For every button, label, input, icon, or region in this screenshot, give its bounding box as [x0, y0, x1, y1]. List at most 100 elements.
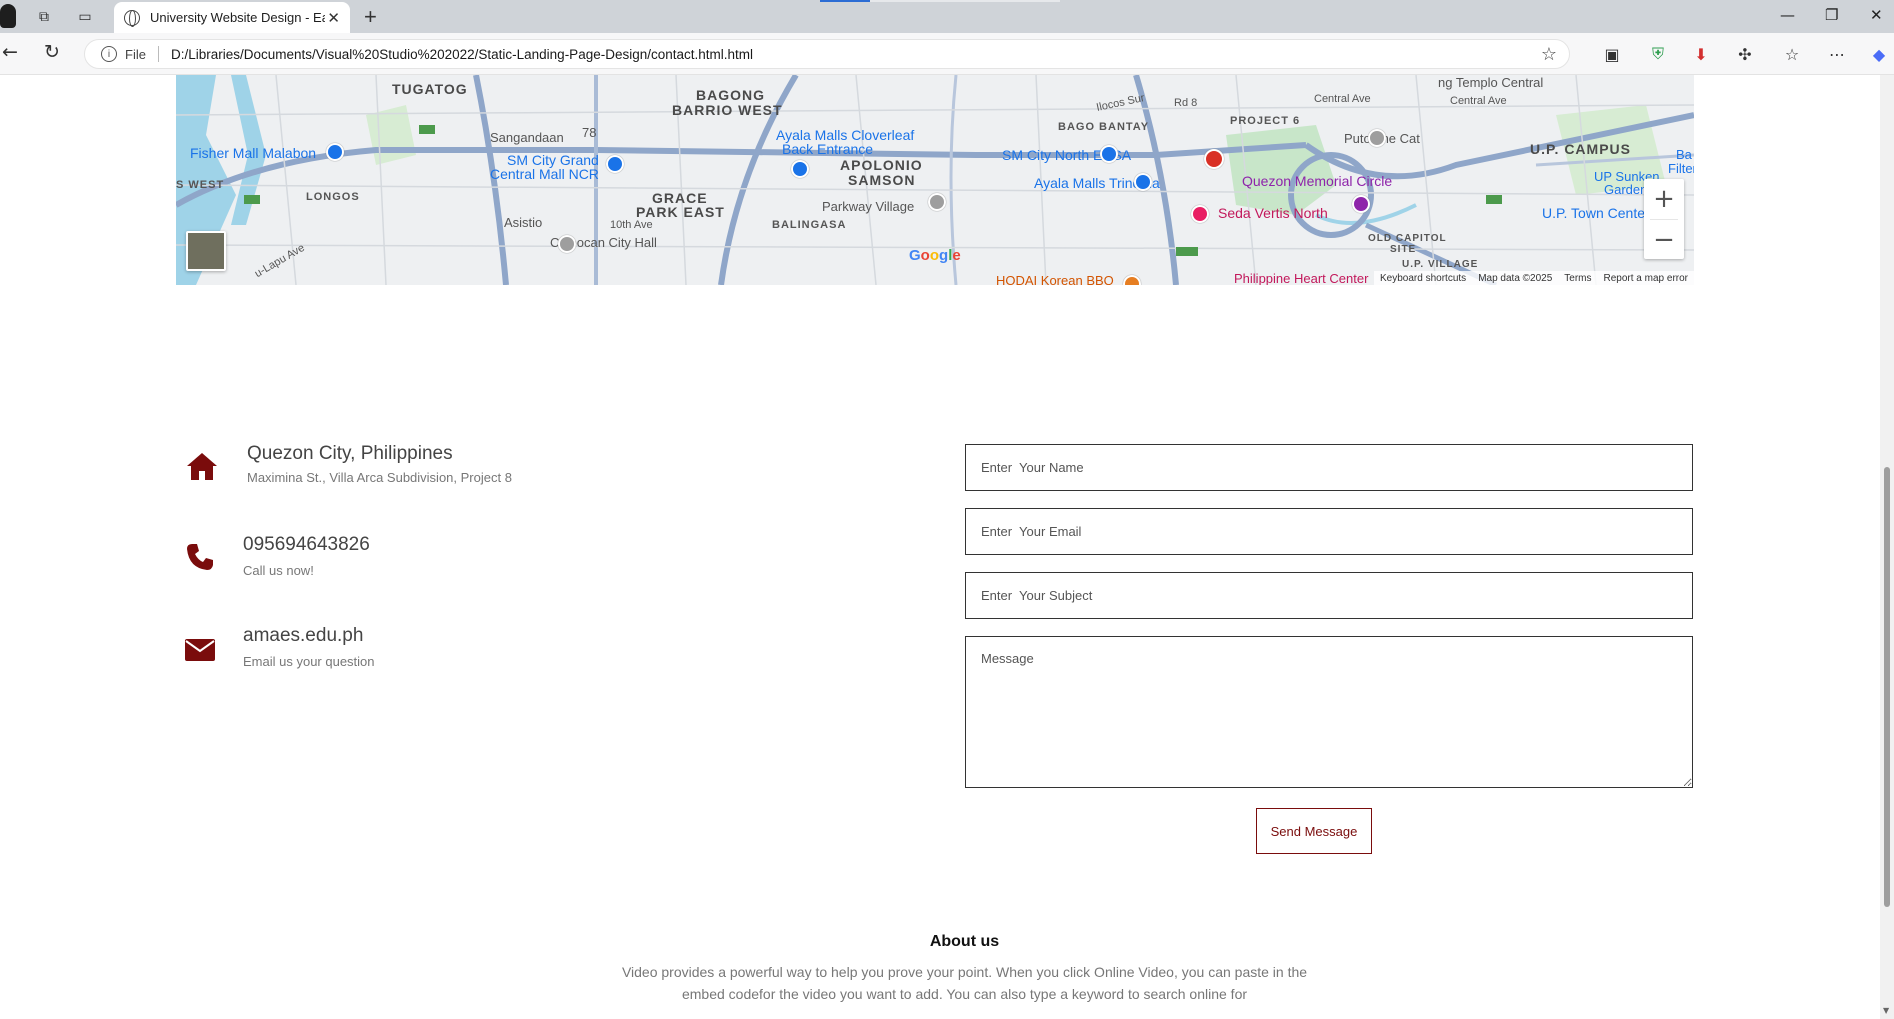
- address-divider: [157, 46, 159, 62]
- map-label-old-capitol-2: SITE: [1390, 244, 1417, 255]
- home-icon: [187, 453, 217, 480]
- message-textarea[interactable]: [965, 636, 1693, 788]
- map-footer: Keyboard shortcuts Map data ©2025 Terms …: [1374, 271, 1694, 285]
- tab-close-icon[interactable]: ✕: [327, 9, 340, 27]
- page-viewport: TUGATOG BAGONG BARRIO WEST Sangandaan 78…: [0, 75, 1894, 1019]
- map-label-central-ave-2: Central Ave: [1450, 95, 1507, 107]
- map-label-filter: Filter: [1668, 161, 1694, 176]
- map-label-10th-ave: 10th Ave: [610, 219, 653, 231]
- about-text: Video provides a powerful way to help yo…: [612, 961, 1317, 1005]
- map-label-parkway: Parkway Village: [822, 199, 915, 214]
- about-text-line-2: embed codefor the video you want to add.…: [681, 986, 1248, 1002]
- back-icon[interactable]: ←: [2, 41, 18, 63]
- tab-title: University Website Design - Easy: [150, 10, 325, 25]
- map-terms-link[interactable]: Terms: [1564, 273, 1591, 284]
- email-title: amaes.edu.ph: [243, 625, 364, 646]
- map-label-seda: Seda Vertis North: [1218, 205, 1328, 221]
- map-label-bagong-1: BAGONG: [696, 87, 765, 103]
- fisher-mall-pin-icon[interactable]: [326, 143, 344, 161]
- profile-avatar[interactable]: [0, 4, 16, 28]
- globe-icon: [124, 9, 140, 27]
- caloocan-hall-pin-icon[interactable]: [558, 235, 576, 253]
- map-label-ayala-cloverleaf-2: Back Entrance: [782, 141, 874, 157]
- phone-subtitle: Call us now!: [243, 563, 314, 578]
- map-label-project-6: PROJECT 6: [1230, 115, 1301, 127]
- google-logo: Google: [909, 247, 961, 264]
- map-label-up-town: U.P. Town Center: [1542, 205, 1650, 221]
- map-label-up-sunken-2: Garden: [1604, 182, 1648, 197]
- restore-icon[interactable]: ❐: [1825, 6, 1838, 24]
- workspaces-icon[interactable]: ⧉: [34, 7, 54, 27]
- copilot-icon[interactable]: ◆: [1868, 43, 1890, 65]
- scroll-down-arrow-icon[interactable]: ▼: [1883, 1006, 1889, 1015]
- tab-actions-icon[interactable]: ▭: [75, 7, 95, 27]
- map-label-balingasa: BALINGASA: [772, 219, 847, 231]
- map-label-tugatog: TUGATOG: [392, 81, 468, 97]
- map-label-central-ave-1: Central Ave: [1314, 93, 1371, 105]
- map-label-up-village: U.P. VILLAGE: [1402, 259, 1479, 270]
- about-title: About us: [929, 933, 1000, 950]
- trinoma-pin-icon[interactable]: [1134, 173, 1152, 191]
- close-window-icon[interactable]: ✕: [1870, 6, 1883, 24]
- map-label-qc-circle: Quezon Memorial Circle: [1242, 173, 1393, 189]
- map-label-asistio: Asistio: [504, 215, 543, 230]
- favorites-icon[interactable]: ☆: [1781, 43, 1803, 65]
- map-label-fisher-mall: Fisher Mall Malabon: [190, 145, 317, 161]
- zoom-in-icon[interactable]: +: [1644, 179, 1684, 219]
- map-label-old-capitol-1: OLD CAPITOL: [1368, 233, 1447, 244]
- seda-pin-icon[interactable]: [1191, 205, 1209, 223]
- more-menu-icon[interactable]: ⋯: [1826, 43, 1848, 65]
- sm-grand-pin-icon[interactable]: [606, 155, 624, 173]
- page-scrollbar[interactable]: ▼: [1880, 75, 1894, 1019]
- map-label-78: 78: [582, 125, 597, 140]
- map-zoom-controls: + −: [1644, 179, 1684, 259]
- map-data-credit: Map data ©2025: [1478, 272, 1553, 284]
- browser-toolbar: ← ↻ i File D:/Libraries/Documents/Visual…: [0, 33, 1894, 75]
- favorite-star-icon[interactable]: ☆: [1541, 44, 1557, 65]
- address-url[interactable]: D:/Libraries/Documents/Visual%20Studio%2…: [171, 47, 753, 62]
- send-message-button[interactable]: Send Message: [1256, 808, 1372, 854]
- map-label-hodai: HODAI Korean BBQ: [996, 273, 1114, 285]
- phone-icon: [187, 544, 213, 570]
- new-tab-icon[interactable]: +: [364, 4, 377, 30]
- name-input[interactable]: [965, 444, 1693, 491]
- extensions-icon[interactable]: ✣: [1734, 43, 1756, 65]
- minimize-icon[interactable]: —: [1780, 6, 1795, 24]
- map-satellite-toggle[interactable]: [186, 231, 226, 271]
- parkway-pin-icon[interactable]: [928, 193, 946, 211]
- map-report-error-link[interactable]: Report a map error: [1604, 273, 1688, 284]
- zoom-out-icon[interactable]: −: [1644, 220, 1684, 260]
- address-subtitle: Maximina St., Villa Arca Subdivision, Pr…: [247, 470, 512, 485]
- split-screen-icon[interactable]: ▣: [1601, 43, 1623, 65]
- map-label-s-west: S WEST: [176, 179, 225, 191]
- download-extension-icon[interactable]: ⬇: [1690, 43, 1712, 65]
- email-input[interactable]: [965, 508, 1693, 555]
- scrollbar-thumb[interactable]: [1884, 467, 1890, 907]
- map-label-longos: LONGOS: [306, 191, 360, 203]
- map-keyboard-shortcuts[interactable]: Keyboard shortcuts: [1380, 273, 1466, 284]
- phone-title: 095694643826: [243, 534, 370, 555]
- map-label-rd8: Rd 8: [1174, 97, 1198, 109]
- google-map-embed[interactable]: TUGATOG BAGONG BARRIO WEST Sangandaan 78…: [176, 75, 1694, 285]
- subject-input[interactable]: [965, 572, 1693, 619]
- site-info-icon[interactable]: i: [101, 46, 117, 62]
- qc-circle-pin-icon[interactable]: [1352, 195, 1370, 213]
- sm-north-pin-icon[interactable]: [1100, 145, 1118, 163]
- map-label-phil-heart: Philippine Heart Center: [1234, 271, 1369, 285]
- refresh-icon[interactable]: ↻: [44, 41, 60, 63]
- email-subtitle: Email us your question: [243, 654, 375, 669]
- map-label-grace-2: PARK EAST: [636, 204, 725, 220]
- map-label-sangandaan: Sangandaan: [490, 130, 564, 145]
- address-protocol: File: [125, 46, 146, 62]
- browser-tab-active[interactable]: University Website Design - Easy ✕: [114, 2, 350, 33]
- tab-strip-indicator: [820, 0, 1060, 2]
- address-title: Quezon City, Philippines: [247, 443, 453, 464]
- map-label-sm-grand-2: Central Mall NCR: [490, 166, 599, 182]
- ayala-cloverleaf-pin-icon[interactable]: [791, 160, 809, 178]
- map-label-templo: ng Templo Central: [1438, 75, 1544, 90]
- shield-extension-icon[interactable]: ⛨: [1647, 43, 1669, 65]
- envelope-icon: [185, 639, 215, 661]
- hospital-pin-icon[interactable]: [1204, 149, 1224, 169]
- putot-pin-icon[interactable]: [1368, 129, 1386, 147]
- address-bar[interactable]: i File D:/Libraries/Documents/Visual%20S…: [84, 39, 1570, 69]
